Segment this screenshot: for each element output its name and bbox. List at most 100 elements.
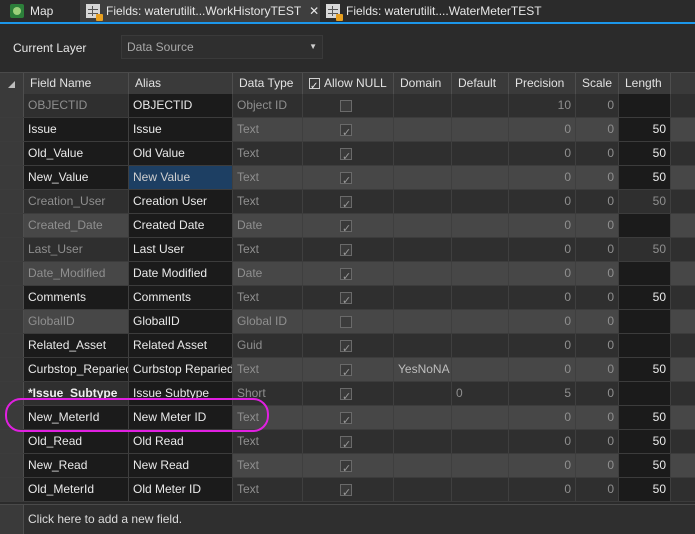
alias-cell[interactable]: Date Modified: [129, 262, 233, 285]
col-header-field-name[interactable]: Field Name: [24, 73, 129, 94]
length-cell[interactable]: 50: [619, 166, 671, 189]
close-icon[interactable]: ✕: [309, 4, 319, 18]
precision-cell[interactable]: 0: [509, 358, 576, 381]
allow-null-cell[interactable]: [303, 262, 394, 285]
alias-cell[interactable]: Old Meter ID: [129, 478, 233, 501]
allow-null-checkbox-checked[interactable]: [340, 290, 352, 309]
precision-cell[interactable]: 0: [509, 454, 576, 477]
table-row[interactable]: Last_UserLast UserText0050: [0, 238, 695, 262]
data-type-cell[interactable]: Text: [233, 430, 303, 453]
allow-null-cell[interactable]: [303, 166, 394, 189]
allow-null-checkbox-checked[interactable]: [340, 218, 352, 237]
scale-cell[interactable]: 0: [576, 358, 619, 381]
length-cell[interactable]: [619, 310, 671, 333]
field-name-cell[interactable]: New_Read: [24, 454, 129, 477]
add-field-row[interactable]: Click here to add a new field.: [0, 504, 695, 534]
domain-cell[interactable]: [394, 310, 452, 333]
allow-null-cell[interactable]: [303, 406, 394, 429]
precision-cell[interactable]: 0: [509, 406, 576, 429]
scale-cell[interactable]: 0: [576, 286, 619, 309]
field-name-cell[interactable]: Creation_User: [24, 190, 129, 213]
table-row[interactable]: Created_DateCreated DateDate 00: [0, 214, 695, 238]
data-type-cell[interactable]: Guid: [233, 334, 303, 357]
length-cell[interactable]: [619, 334, 671, 357]
allow-null-checkbox-checked[interactable]: [340, 122, 352, 141]
data-type-cell[interactable]: Date: [233, 214, 303, 237]
default-cell[interactable]: [452, 262, 509, 285]
scale-cell[interactable]: 0: [576, 382, 619, 405]
allow-null-cell[interactable]: [303, 94, 394, 117]
allow-null-cell[interactable]: [303, 382, 394, 405]
field-name-cell[interactable]: Related_Asset: [24, 334, 129, 357]
alias-cell[interactable]: Creation User: [129, 190, 233, 213]
field-name-cell[interactable]: Old_MeterId: [24, 478, 129, 501]
table-row[interactable]: Old_ValueOld ValueText0050: [0, 142, 695, 166]
table-row[interactable]: Related_AssetRelated AssetGuid 00: [0, 334, 695, 358]
default-cell[interactable]: 0: [452, 382, 509, 405]
length-cell[interactable]: 50: [619, 454, 671, 477]
alias-cell[interactable]: GlobalID: [129, 310, 233, 333]
field-name-cell[interactable]: New_Value: [24, 166, 129, 189]
row-selector[interactable]: [0, 358, 24, 381]
length-cell[interactable]: 50: [619, 406, 671, 429]
alias-cell[interactable]: Old Value: [129, 142, 233, 165]
data-type-cell[interactable]: Object ID: [233, 94, 303, 117]
alias-cell[interactable]: Related Asset: [129, 334, 233, 357]
scale-cell[interactable]: 0: [576, 166, 619, 189]
row-selector[interactable]: [0, 94, 24, 117]
data-type-cell[interactable]: Text: [233, 406, 303, 429]
scale-cell[interactable]: 0: [576, 334, 619, 357]
data-type-cell[interactable]: Text: [233, 454, 303, 477]
default-cell[interactable]: [452, 118, 509, 141]
precision-cell[interactable]: 0: [509, 118, 576, 141]
allow-null-cell[interactable]: [303, 430, 394, 453]
scale-cell[interactable]: 0: [576, 262, 619, 285]
col-header-alias[interactable]: Alias: [129, 73, 233, 94]
precision-cell[interactable]: 0: [509, 238, 576, 261]
domain-cell[interactable]: [394, 286, 452, 309]
length-cell[interactable]: 50: [619, 118, 671, 141]
domain-cell[interactable]: [394, 118, 452, 141]
allow-null-cell[interactable]: [303, 118, 394, 141]
table-row[interactable]: CommentsCommentsText0050: [0, 286, 695, 310]
col-header-default[interactable]: Default: [452, 73, 509, 94]
allow-null-checkbox-unchecked[interactable]: [340, 316, 352, 328]
domain-cell[interactable]: [394, 334, 452, 357]
field-name-cell[interactable]: Last_User: [24, 238, 129, 261]
table-row[interactable]: Old_ReadOld ReadText0050: [0, 430, 695, 454]
table-row[interactable]: Old_MeterIdOld Meter IDText0050: [0, 478, 695, 502]
col-header-data-type[interactable]: Data Type: [233, 73, 303, 94]
precision-cell[interactable]: 0: [509, 214, 576, 237]
precision-cell[interactable]: 0: [509, 286, 576, 309]
data-type-cell[interactable]: Text: [233, 166, 303, 189]
scale-cell[interactable]: 0: [576, 118, 619, 141]
default-cell[interactable]: [452, 94, 509, 117]
row-selector[interactable]: [0, 430, 24, 453]
scale-cell[interactable]: 0: [576, 214, 619, 237]
allow-null-cell[interactable]: [303, 454, 394, 477]
scale-cell[interactable]: 0: [576, 406, 619, 429]
length-cell[interactable]: 50: [619, 142, 671, 165]
domain-cell[interactable]: [394, 94, 452, 117]
alias-cell[interactable]: New Meter ID: [129, 406, 233, 429]
field-name-cell[interactable]: Date_Modified: [24, 262, 129, 285]
scale-cell[interactable]: 0: [576, 142, 619, 165]
row-selector[interactable]: [0, 142, 24, 165]
row-selector[interactable]: [0, 262, 24, 285]
col-header-allow-null[interactable]: Allow NULL: [303, 73, 394, 94]
alias-cell[interactable]: Comments: [129, 286, 233, 309]
col-header-precision[interactable]: Precision: [509, 73, 576, 94]
field-name-cell[interactable]: GlobalID: [24, 310, 129, 333]
row-selector[interactable]: [0, 118, 24, 141]
default-cell[interactable]: [452, 406, 509, 429]
default-cell[interactable]: [452, 334, 509, 357]
domain-cell[interactable]: [394, 142, 452, 165]
row-selector[interactable]: [0, 214, 24, 237]
domain-cell[interactable]: [394, 454, 452, 477]
table-row[interactable]: GlobalID GlobalID Global ID 0 0: [0, 310, 695, 334]
col-header-scale[interactable]: Scale: [576, 73, 619, 94]
length-cell[interactable]: [619, 382, 671, 405]
allow-null-checkbox-checked[interactable]: [340, 362, 352, 381]
scale-cell[interactable]: 0: [576, 238, 619, 261]
col-header-length[interactable]: Length: [619, 73, 671, 94]
